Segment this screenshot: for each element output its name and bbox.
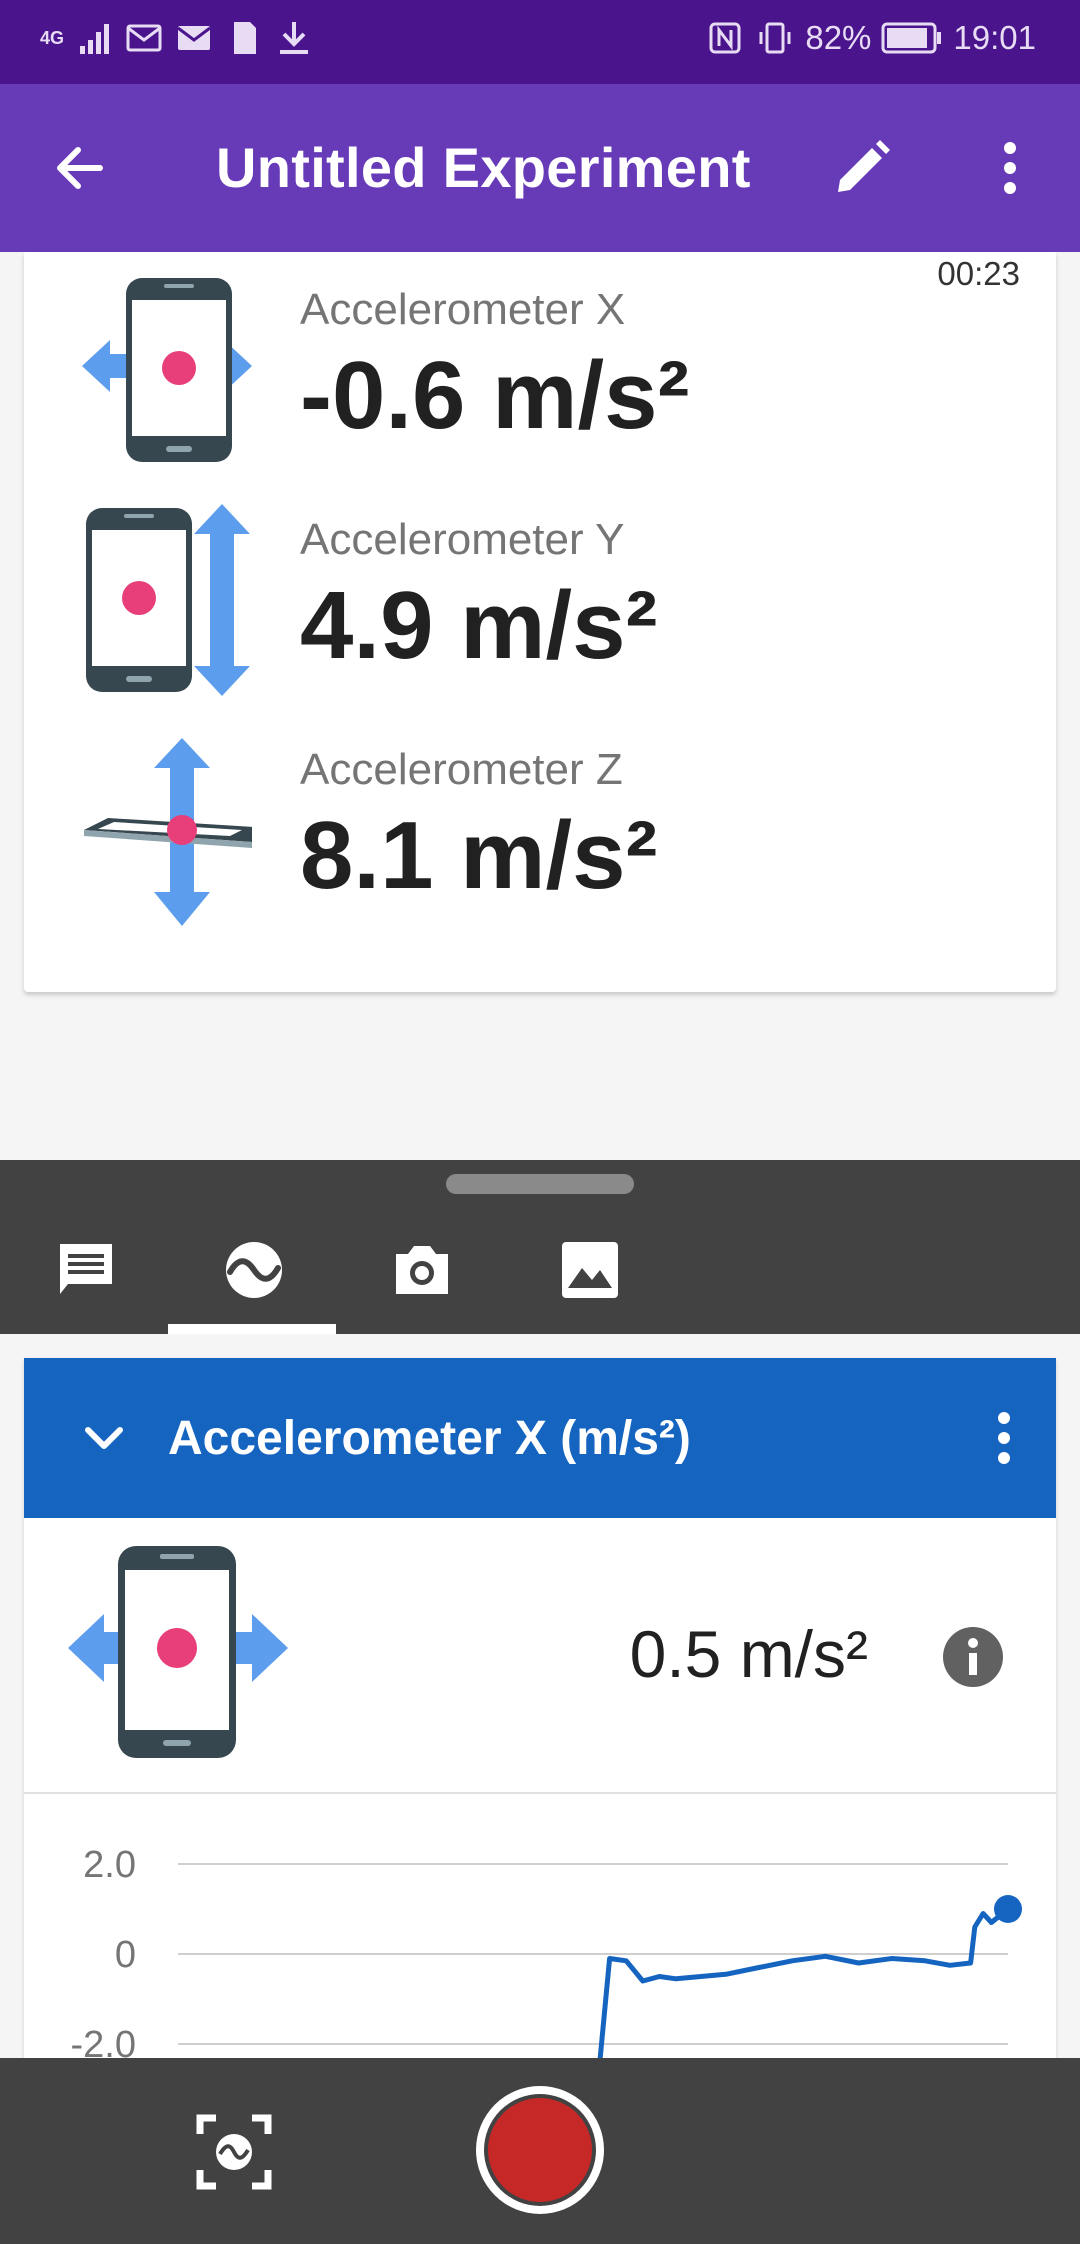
- sensor-label: Accelerometer Y: [300, 515, 625, 564]
- status-left-icons: 4G: [40, 18, 314, 58]
- status-right-icons: 82% 19:01: [705, 18, 1036, 58]
- phone-x-axis-icon: [68, 1546, 288, 1758]
- sensor-row-x[interactable]: Accelerometer X -0.6 m/s²: [24, 258, 1056, 478]
- sensor-readout: 0.5 m/s²: [24, 1518, 1056, 1794]
- sensor-label: Accelerometer Z: [300, 745, 623, 794]
- sensor-wave-icon: [226, 1242, 282, 1298]
- nfc-icon: [709, 22, 741, 54]
- phone-x-axis-icon: [82, 278, 252, 462]
- signal-icon: [80, 24, 110, 54]
- clock: 19:01: [953, 19, 1036, 56]
- app-root: 4G 82% 19:01 Untitled Experiment 00:23 A…: [0, 0, 1080, 2244]
- sensor-card-title: Accelerometer X (m/s²): [168, 1412, 691, 1465]
- sensor-value: -0.6 m/s²: [300, 342, 690, 449]
- network-type: 4G: [40, 27, 65, 48]
- status-bar: 4G 82% 19:01: [0, 0, 1080, 84]
- snapshot-icon[interactable]: [196, 2114, 272, 2190]
- mail-icon: [126, 24, 162, 52]
- tool-panel: [0, 1160, 1080, 1334]
- record-action-bar: [0, 2058, 1080, 2244]
- battery-percent: 82%: [805, 19, 872, 56]
- phone-y-axis-icon: [86, 504, 250, 696]
- sensor-label: Accelerometer X: [300, 285, 626, 334]
- tab-notes[interactable]: [0, 1206, 168, 1334]
- more-vertical-icon[interactable]: [972, 1406, 1036, 1470]
- notes-icon: [60, 1244, 112, 1294]
- info-icon[interactable]: [942, 1626, 1004, 1688]
- phone-z-axis-icon: [84, 738, 252, 926]
- tab-camera[interactable]: [336, 1206, 504, 1334]
- more-vertical-icon[interactable]: [978, 136, 1042, 200]
- sensor-row-z[interactable]: Accelerometer Z 8.1 m/s²: [24, 718, 1056, 938]
- current-sensor-value: 0.5 m/s²: [629, 1617, 868, 1691]
- record-button-icon[interactable]: [472, 2082, 608, 2218]
- sensor-value: 4.9 m/s²: [300, 572, 658, 679]
- gallery-icon: [562, 1242, 618, 1298]
- camera-icon: [396, 1246, 448, 1294]
- pencil-icon[interactable]: [830, 136, 894, 200]
- drag-handle[interactable]: [446, 1174, 634, 1194]
- y-tick-label: 0: [115, 1934, 136, 1976]
- vibrate-icon: [759, 22, 791, 54]
- chevron-down-icon[interactable]: [72, 1406, 136, 1470]
- tab-gallery[interactable]: [504, 1206, 672, 1334]
- sensor-values-card: 00:23 Accelerometer X -0.6 m/s² Accelero…: [24, 252, 1056, 992]
- sensor-row-y[interactable]: Accelerometer Y 4.9 m/s²: [24, 488, 1056, 708]
- app-bar: Untitled Experiment: [0, 84, 1080, 252]
- download-icon: [280, 22, 309, 54]
- sim-icon: [234, 22, 257, 54]
- arrow-left-icon[interactable]: [48, 136, 112, 200]
- sensor-value: 8.1 m/s²: [300, 802, 658, 909]
- current-point-marker: [994, 1895, 1022, 1923]
- page-title: Untitled Experiment: [216, 136, 751, 199]
- battery-icon: [881, 22, 942, 54]
- sensor-card-header[interactable]: Accelerometer X (m/s²): [24, 1358, 1056, 1518]
- tab-sensors[interactable]: [168, 1206, 336, 1334]
- email-icon: [177, 26, 211, 50]
- y-tick-label: 2.0: [83, 1844, 136, 1886]
